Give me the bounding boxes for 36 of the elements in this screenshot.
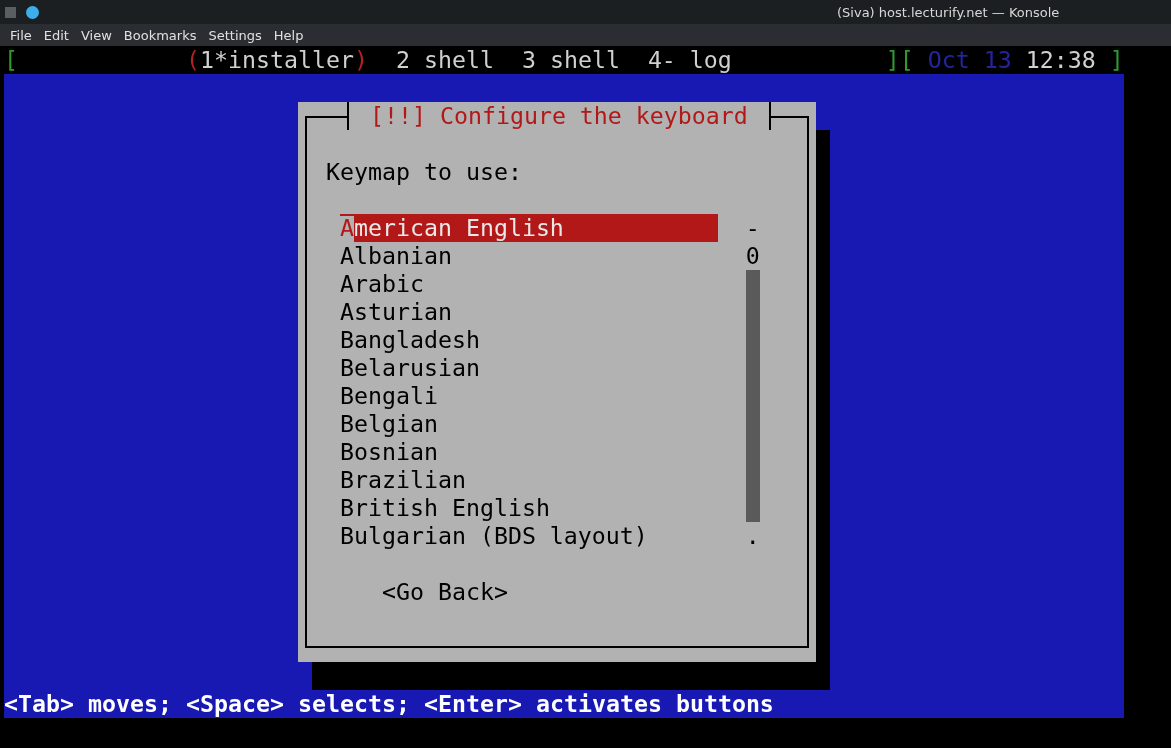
- status-date: Oct 13: [927, 46, 1012, 74]
- status-time: 12:38: [1025, 46, 1096, 74]
- menu-item[interactable]: Edit: [37, 27, 75, 43]
- dialog-title: [!!] Configure the keyboard: [346, 102, 771, 130]
- keymap-option[interactable]: Bangladesh: [339, 326, 718, 354]
- menu-item[interactable]: File: [4, 27, 38, 43]
- keymap-option[interactable]: Bengali: [339, 382, 718, 410]
- keymap-option[interactable]: Belarusian: [339, 354, 718, 382]
- menu-item[interactable]: View: [74, 27, 118, 43]
- keymap-option[interactable]: Bulgarian (BDS layout): [339, 522, 718, 550]
- scroll-mark: .: [745, 522, 760, 550]
- scrollbar-thumb[interactable]: [745, 270, 760, 522]
- menu-item[interactable]: Help: [267, 27, 310, 43]
- help-line: <Tab> moves; <Space> selects; <Enter> activates buttons: [4, 690, 774, 718]
- keymap-option[interactable]: Bosnian: [339, 438, 718, 466]
- keymap-option[interactable]: Arabic: [339, 270, 718, 298]
- terminal-icon[interactable]: [5, 6, 16, 18]
- keymap-option[interactable]: Albanian: [339, 242, 718, 270]
- prompt-label: Keymap to use:: [325, 158, 522, 186]
- status-bracket: ][: [885, 46, 914, 74]
- window-title: (Siva) host.lecturify.net — Konsole: [837, 4, 1060, 20]
- window-tab[interactable]: 2 shell: [395, 46, 494, 74]
- window-tab[interactable]: 3 shell: [521, 46, 620, 74]
- window-tab[interactable]: 4- log: [647, 46, 732, 74]
- keymap-option[interactable]: Asturian: [339, 298, 718, 326]
- menu-item[interactable]: Settings: [202, 27, 268, 43]
- keymap-option[interactable]: British English: [339, 494, 718, 522]
- keymap-option[interactable]: Belgian: [339, 410, 718, 438]
- status-bracket: [: [4, 46, 18, 74]
- window-tab[interactable]: (1*installer): [185, 46, 368, 74]
- menu-item[interactable]: Bookmarks: [117, 27, 203, 43]
- circle-icon[interactable]: [26, 5, 39, 19]
- keymap-option[interactable]: Brazilian: [339, 466, 718, 494]
- scroll-mark: -: [745, 214, 760, 242]
- scroll-mark: 0: [745, 242, 760, 270]
- status-bracket: ]: [1109, 46, 1124, 74]
